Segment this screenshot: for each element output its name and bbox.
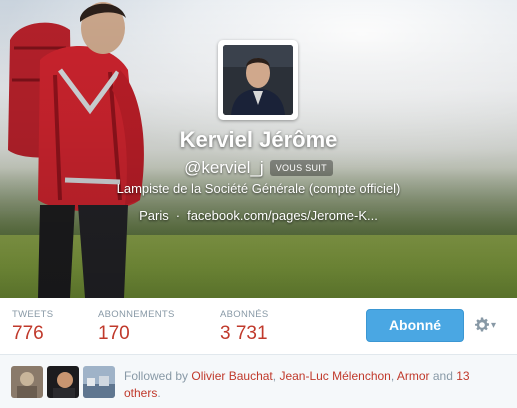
- comma: ,: [272, 369, 277, 383]
- followed-by-prefix: Followed by: [124, 369, 189, 383]
- period: .: [157, 386, 161, 400]
- follower-link[interactable]: Armor: [397, 369, 430, 383]
- gear-icon: [475, 317, 489, 332]
- stat-label: ABONNÉS: [220, 309, 269, 320]
- stat-following[interactable]: ABONNEMENTS 170: [98, 309, 175, 345]
- stat-followers[interactable]: ABONNÉS 3 731: [220, 309, 269, 345]
- follows-you-badge: VOUS SUIT: [269, 160, 333, 176]
- stat-label: TWEETS: [12, 309, 54, 320]
- followed-by-section: Followed by Olivier Bauchat, Jean-Luc Mé…: [0, 355, 517, 408]
- follower-avatar[interactable]: [47, 366, 79, 398]
- follower-link[interactable]: Jean-Luc Mélenchon: [279, 369, 390, 383]
- profile-location: Paris: [139, 208, 169, 223]
- follower-avatar[interactable]: [83, 366, 115, 398]
- profile-header-banner: Kerviel Jérôme @kerviel_j VOUS SUIT Lampi…: [0, 0, 517, 298]
- follower-link[interactable]: Olivier Bauchat: [191, 369, 272, 383]
- and-text: and: [432, 369, 453, 383]
- profile-avatar[interactable]: [218, 40, 298, 120]
- user-actions-dropdown[interactable]: ▾: [474, 316, 510, 336]
- comma: ,: [390, 369, 395, 383]
- stat-tweets[interactable]: TWEETS 776: [12, 309, 53, 345]
- profile-handle-row: @kerviel_j VOUS SUIT: [0, 158, 517, 178]
- following-button[interactable]: Abonné: [366, 309, 464, 342]
- stat-label: ABONNEMENTS: [98, 309, 175, 320]
- stat-value: 170: [98, 323, 130, 344]
- follower-avatar[interactable]: [11, 366, 43, 398]
- profile-location-row: Paris · facebook.com/pages/Jerome-K...: [0, 208, 517, 223]
- profile-name: Kerviel Jérôme: [179, 127, 338, 152]
- stat-value: 3 731: [220, 323, 268, 344]
- followed-by-text: Followed by Olivier Bauchat, Jean-Luc Mé…: [124, 368, 504, 402]
- location-separator: ·: [175, 208, 181, 223]
- profile-website-link[interactable]: facebook.com/pages/Jerome-K...: [187, 208, 378, 223]
- stat-value: 776: [12, 323, 44, 344]
- profile-bio: Lampiste de la Société Générale (compte …: [116, 181, 401, 196]
- avatar-photo: [223, 45, 293, 115]
- chevron-down-icon: ▾: [491, 320, 497, 331]
- profile-handle: @kerviel_j: [184, 158, 264, 177]
